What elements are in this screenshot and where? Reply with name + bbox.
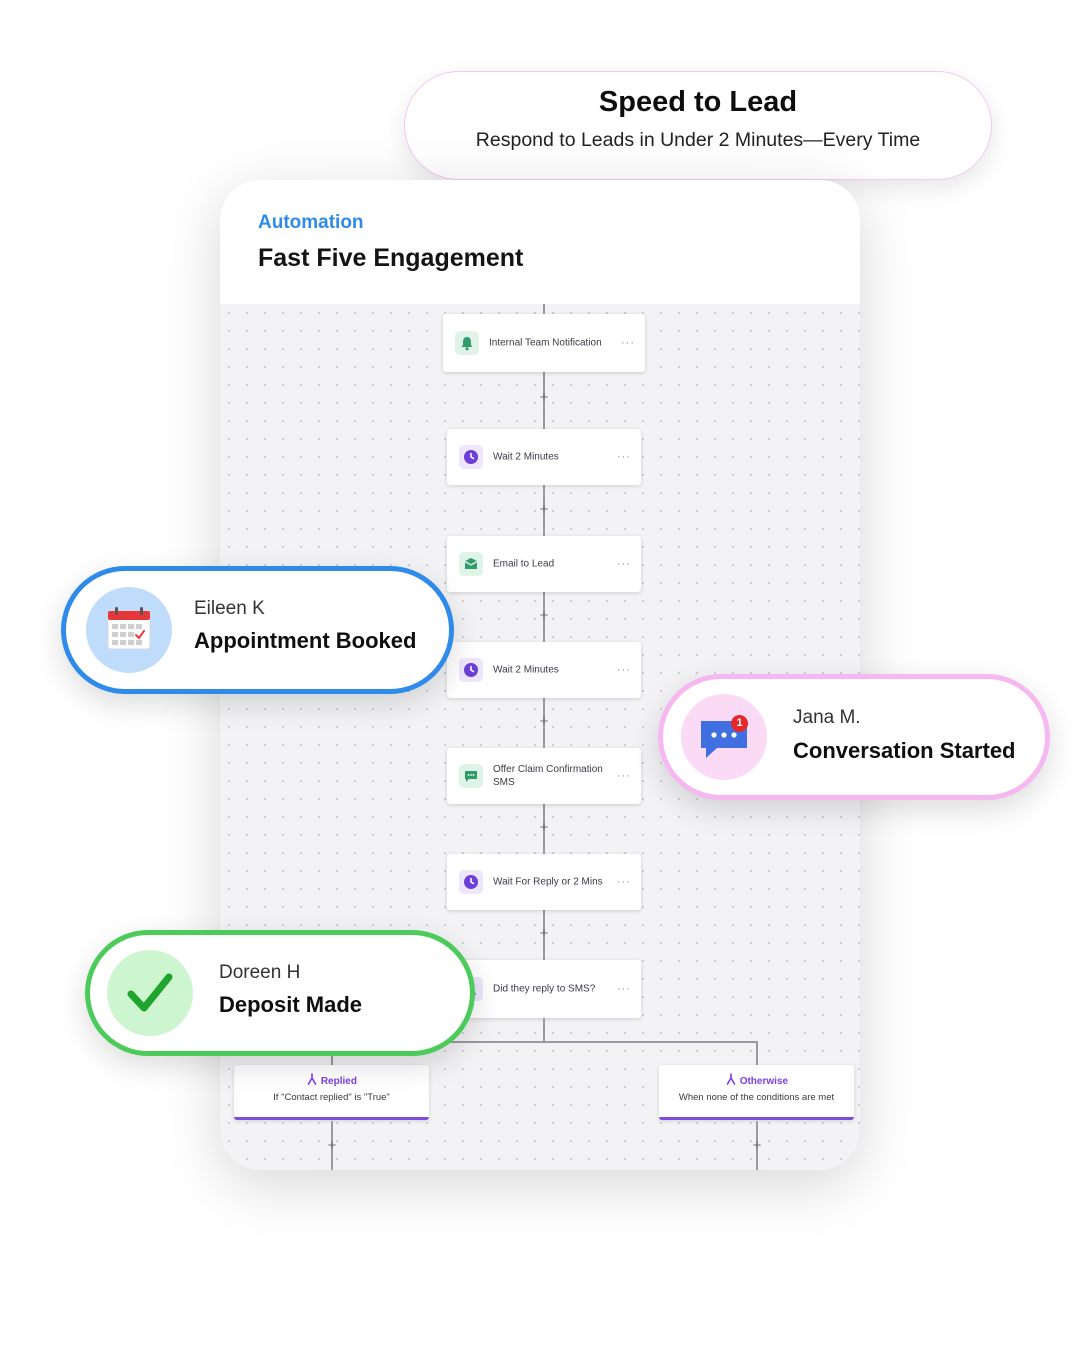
branch-otherwise[interactable]: Otherwise When none of the conditions ar… <box>659 1065 854 1120</box>
add-step-button[interactable]: + <box>537 608 551 623</box>
fork-icon <box>725 1073 740 1087</box>
clock-icon <box>459 445 483 469</box>
calendar-icon <box>86 587 172 673</box>
unread-badge: 1 <box>731 715 748 732</box>
step-options-menu[interactable]: ··· <box>617 770 631 782</box>
step-label: Offer Claim Confirmation SMS <box>493 764 603 788</box>
branch-condition: If "Contact replied" is "True" <box>273 1092 390 1103</box>
add-step-button[interactable]: + <box>537 820 551 835</box>
branch-otherwise-title: Otherwise <box>659 1073 854 1087</box>
branch-title-text: Otherwise <box>739 1076 789 1087</box>
chat-icon <box>459 764 483 788</box>
event-label: Conversation Started <box>793 738 1016 763</box>
notification-appointment-booked: Eileen K Appointment Booked <box>61 566 454 694</box>
connector-line <box>756 1041 758 1065</box>
step-label: Wait 2 Minutes <box>493 451 559 463</box>
add-step-button[interactable]: + <box>537 502 551 517</box>
workflow-step-wait[interactable]: Wait 2 Minutes ··· <box>447 429 641 485</box>
step-options-menu[interactable]: ··· <box>617 558 631 570</box>
speed-to-lead-banner: Speed to Lead Respond to Leads in Under … <box>404 71 992 180</box>
checkmark-icon <box>107 950 193 1036</box>
notification-deposit-made: Doreen H Deposit Made <box>85 930 475 1056</box>
branch-replied-title: Replied <box>234 1073 429 1087</box>
workflow-step-condition[interactable]: Did they reply to SMS? ··· <box>447 960 641 1018</box>
workflow-step-email[interactable]: Email to Lead ··· <box>447 536 641 592</box>
event-label: Deposit Made <box>219 992 363 1017</box>
workflow-step-wait-for-reply[interactable]: Wait For Reply or 2 Mins ··· <box>447 854 641 910</box>
add-step-button[interactable]: + <box>325 1138 339 1153</box>
step-label: Wait For Reply or 2 Mins <box>493 876 603 888</box>
add-step-button[interactable]: + <box>537 714 551 729</box>
step-label: Internal Team Notification <box>489 337 602 349</box>
workflow-step-internal-notification[interactable]: Internal Team Notification ··· <box>443 314 645 372</box>
envelope-icon <box>459 552 483 576</box>
step-options-menu[interactable]: ··· <box>617 451 631 463</box>
step-options-menu[interactable]: ··· <box>617 983 631 995</box>
notification-conversation-started: 1 Jana M. Conversation Started <box>658 674 1050 800</box>
step-options-menu[interactable]: ··· <box>617 876 631 888</box>
branch-replied[interactable]: Replied If "Contact replied" is "True" <box>234 1065 429 1120</box>
event-label: Appointment Booked <box>194 628 417 653</box>
step-label: Email to Lead <box>493 558 555 570</box>
bell-icon <box>455 331 479 355</box>
clock-icon <box>459 658 483 682</box>
card-header: Automation Fast Five Engagement <box>220 180 860 304</box>
message-bubble-icon <box>681 694 767 780</box>
banner-title: Speed to Lead <box>598 86 798 118</box>
connector-line <box>543 1018 545 1042</box>
fork-icon <box>306 1073 321 1087</box>
workflow-step-sms[interactable]: Offer Claim Confirmation SMS ··· <box>447 748 641 804</box>
clock-icon <box>459 870 483 894</box>
contact-name: Eileen K <box>194 598 265 619</box>
add-step-button[interactable]: + <box>537 390 551 405</box>
step-label: Wait 2 Minutes <box>493 664 559 676</box>
add-step-button[interactable]: + <box>537 926 551 941</box>
workflow-title: Fast Five Engagement <box>258 244 524 272</box>
step-options-menu[interactable]: ··· <box>617 664 631 676</box>
add-step-button[interactable]: + <box>750 1138 764 1153</box>
card-eyebrow: Automation <box>258 212 364 233</box>
contact-name: Doreen H <box>219 962 301 983</box>
contact-name: Jana M. <box>793 707 861 728</box>
branch-condition: When none of the conditions are met <box>678 1092 835 1103</box>
workflow-step-wait[interactable]: Wait 2 Minutes ··· <box>447 642 641 698</box>
branch-title-text: Replied <box>320 1076 357 1087</box>
step-label: Did they reply to SMS? <box>493 983 596 995</box>
banner-subtitle: Respond to Leads in Under 2 Minutes—Ever… <box>475 129 921 151</box>
step-options-menu[interactable]: ··· <box>621 337 635 349</box>
